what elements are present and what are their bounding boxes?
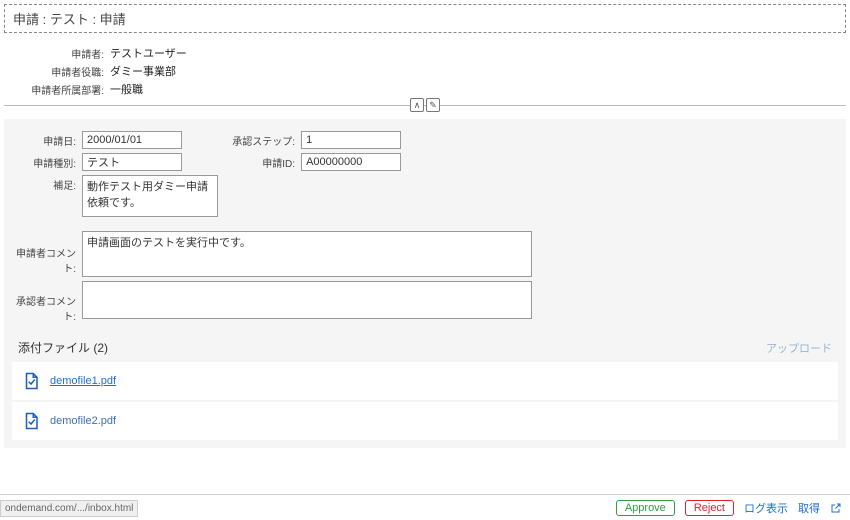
reject-button[interactable]: Reject bbox=[685, 500, 734, 516]
approve-button[interactable]: Approve bbox=[616, 500, 675, 516]
attachments-section: 添付ファイル (2) アップロード demofile1.pdf demofile… bbox=[12, 335, 838, 440]
applicant-label: 申請者: bbox=[0, 46, 110, 61]
approver-comment-field[interactable] bbox=[82, 281, 532, 319]
collapse-icon[interactable]: ∧ bbox=[410, 98, 424, 112]
id-field[interactable] bbox=[301, 153, 401, 171]
form-area: 申請日: 申請種別: 補足: 承認ステップ: 申請ID: 申請者コメ bbox=[4, 119, 846, 448]
file-row: demofile2.pdf bbox=[12, 402, 838, 440]
section-divider: ∧ ✎ bbox=[4, 105, 846, 119]
upload-link[interactable]: アップロード bbox=[766, 340, 832, 356]
pin-icon[interactable]: ✎ bbox=[426, 98, 440, 112]
step-field[interactable] bbox=[301, 131, 401, 149]
file-link[interactable]: demofile1.pdf bbox=[50, 375, 116, 387]
file-icon bbox=[22, 412, 40, 430]
footer-bar: ondemand.com/.../inbox.html Approve Reje… bbox=[0, 494, 850, 520]
step-label: 承認ステップ: bbox=[231, 133, 301, 148]
role-label: 申請者役職: bbox=[0, 64, 110, 79]
page-title: 申請 : テスト : 申請 bbox=[4, 4, 846, 33]
attachments-title: 添付ファイル (2) bbox=[18, 339, 108, 356]
date-field[interactable] bbox=[82, 131, 182, 149]
claim-link[interactable]: 取得 bbox=[798, 500, 820, 516]
applicant-info-block: 申請者: テストユーザー 申請者役職: ダミー事業部 申請者所属部署: 一般職 bbox=[0, 45, 850, 97]
file-icon bbox=[22, 372, 40, 390]
dept-label: 申請者所属部署: bbox=[0, 82, 110, 97]
dept-value: 一般職 bbox=[110, 81, 143, 97]
file-link[interactable]: demofile2.pdf bbox=[50, 415, 116, 427]
date-label: 申請日: bbox=[12, 133, 82, 148]
applicant-comment-label: 申請者コメント: bbox=[12, 231, 82, 275]
id-label: 申請ID: bbox=[231, 155, 301, 170]
open-external-icon[interactable] bbox=[830, 502, 842, 514]
status-url: ondemand.com/.../inbox.html bbox=[0, 500, 138, 517]
applicant-value: テストユーザー bbox=[110, 45, 187, 61]
type-label: 申請種別: bbox=[12, 155, 82, 170]
role-value: ダミー事業部 bbox=[110, 63, 176, 79]
log-link[interactable]: ログ表示 bbox=[744, 500, 788, 516]
note-label: 補足: bbox=[12, 175, 82, 192]
file-row: demofile1.pdf bbox=[12, 362, 838, 400]
applicant-comment-field[interactable] bbox=[82, 231, 532, 277]
approver-comment-label: 承認者コメント: bbox=[12, 281, 82, 323]
type-field[interactable] bbox=[82, 153, 182, 171]
note-field[interactable] bbox=[82, 175, 218, 217]
